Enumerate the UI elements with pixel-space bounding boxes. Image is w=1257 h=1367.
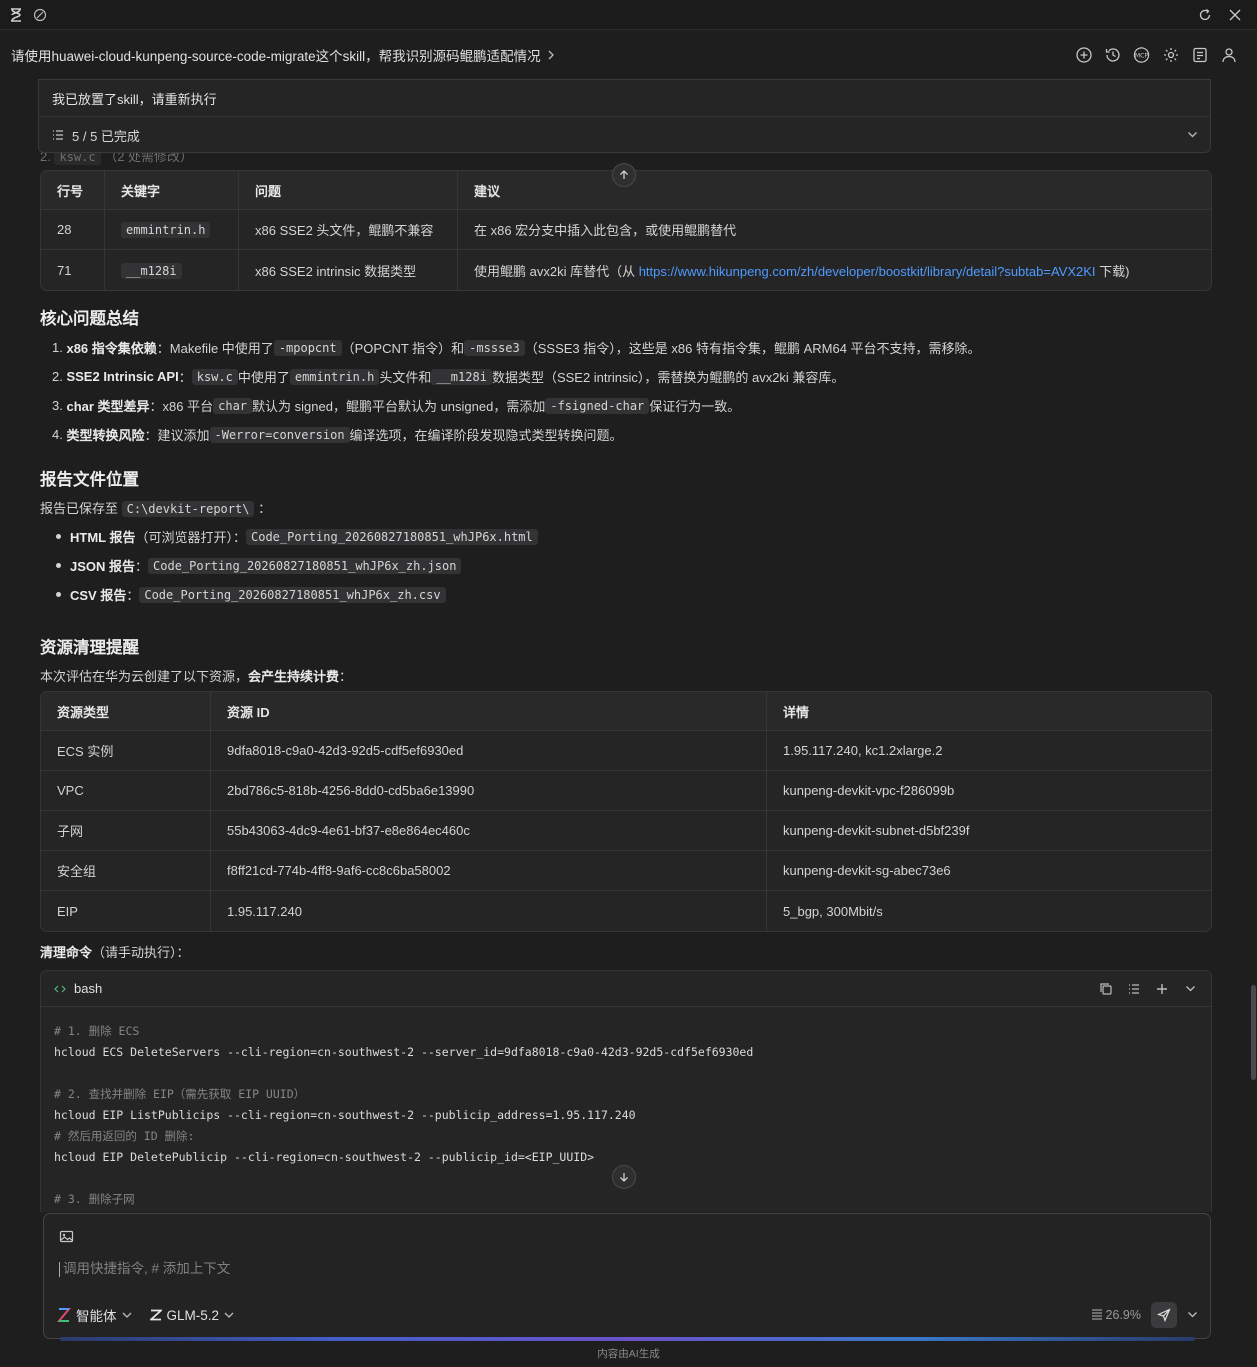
- scroll-down-button[interactable]: [612, 1165, 636, 1189]
- report-heading: 报告文件位置: [40, 471, 139, 489]
- send-icon: [1157, 1308, 1171, 1322]
- code-comment-line: # 3. 删除子网: [54, 1192, 135, 1206]
- cleanup-intro: 本次评估在华为云创建了以下资源，会产生持续计费：: [40, 669, 353, 684]
- chat-title[interactable]: 请使用huawei-cloud-kunpeng-source-code-migr…: [11, 45, 555, 65]
- history-icon[interactable]: [1103, 46, 1122, 65]
- chat-title-text: 请使用huawei-cloud-kunpeng-source-code-migr…: [11, 49, 541, 64]
- chevron-down-icon[interactable]: [1187, 1311, 1198, 1319]
- cleanup-command-label: 清理命令（请手动执行）：: [40, 945, 190, 960]
- hourglass-logo-icon[interactable]: [8, 7, 24, 23]
- list-item: 4. 类型转换风险 ：建议添加 -Werror=conversion 编译选项，在…: [52, 426, 623, 443]
- input-glow: [60, 1337, 1195, 1341]
- question-card: 我已放置了skill，请重新执行 5 / 5 已完成: [38, 79, 1211, 153]
- agent-logo-icon: [57, 1308, 71, 1322]
- context-usage[interactable]: 26.9%: [1091, 1308, 1141, 1322]
- chevron-down-icon[interactable]: [1187, 131, 1198, 139]
- progress-text: 5 / 5 已完成: [72, 128, 140, 144]
- resource-table: 资源类型 资源 ID 详情 ECS 实例 9dfa8018-c9a0-42d3-9…: [40, 691, 1212, 932]
- chat-content: 2. ksw.c （2 处需修改） 行号 关键字 问题 建议 28 emmint…: [0, 140, 1257, 1212]
- code-comment-line: # 2. 查找并删除 EIP（需先获取 EIP UUID）: [54, 1087, 306, 1101]
- code-comment-line: # 然后用返回的 ID 删除:: [54, 1129, 195, 1143]
- model-logo-icon: [149, 1309, 162, 1321]
- summary-list: 1. x86 指令集依赖 ：Makefile 中使用了 -mpopcnt （POP…: [52, 333, 981, 449]
- code-line: hcloud EIP ListPublicips --cli-region=cn…: [54, 1108, 636, 1122]
- chevron-down-icon: [122, 1312, 131, 1318]
- agent-label: 智能体: [76, 1309, 117, 1324]
- table-row: EIP 1.95.117.240 5_bgp, 300Mbit/s: [41, 891, 1211, 931]
- table-row: 28 emmintrin.h x86 SSE2 头文件，鲲鹏不兼容 在 x86 …: [41, 210, 1211, 250]
- ai-generated-note: 内容由AI生成: [597, 1348, 660, 1360]
- report-path: C:\devkit-report\: [121, 501, 255, 517]
- list-item: 3. char 类型差异 ：x86 平台 char 默认为 signed，鲲鹏平台…: [52, 397, 741, 414]
- report-intro: 报告已保存至 C:\devkit-report\ ：: [40, 501, 272, 517]
- summary-heading: 核心问题总结: [40, 310, 139, 328]
- table-row: 子网 55b43063-4dc9-4e61-bf37-e8e864ec460c ku…: [41, 811, 1211, 851]
- table-row: 安全组 f8ff21cd-774b-4ff8-9af6-cc8c6ba58002 k…: [41, 851, 1211, 891]
- chevron-right-icon: [548, 50, 554, 60]
- chevron-down-icon: [224, 1312, 234, 1318]
- list-item: 2. SSE2 Intrinsic API： ksw.c 中使用了 emmint…: [52, 368, 845, 385]
- input-placeholder: 调用快捷指令, # 添加上下文: [63, 1261, 231, 1276]
- list-item: JSON 报告： Code_Porting_20260827180851_whJ…: [40, 551, 538, 580]
- insert-icon[interactable]: [1154, 981, 1170, 997]
- scrollbar-thumb[interactable]: [1251, 985, 1256, 1080]
- refresh-icon[interactable]: [1197, 7, 1213, 23]
- list-icon: [53, 130, 63, 140]
- svg-text:MCP: MCP: [1135, 52, 1149, 59]
- scroll-up-button[interactable]: [612, 163, 636, 187]
- report-file-list: HTML 报告 （可浏览器打开）： Code_Porting_2026082718…: [40, 522, 538, 609]
- system-bar: [0, 0, 1257, 30]
- col-header: 问题: [238, 171, 457, 210]
- arrow-down-icon: [620, 1173, 628, 1182]
- user-icon[interactable]: [1219, 46, 1238, 65]
- context-gauge-icon: [1091, 1309, 1102, 1320]
- model-selector[interactable]: GLM-5.2: [149, 1307, 235, 1323]
- code-language: bash: [74, 981, 103, 996]
- chevron-down-icon[interactable]: [1182, 981, 1198, 997]
- table-row: ECS 实例 9dfa8018-c9a0-42d3-92d5-cdf5ef6930…: [41, 731, 1211, 771]
- col-header: 详情: [766, 692, 1211, 731]
- col-header: 建议: [457, 171, 1211, 210]
- code-block-header: bash: [41, 971, 1211, 1007]
- chat-input-box: 调用快捷指令, # 添加上下文 智能体 GLM-5.2 26.9%: [43, 1213, 1211, 1339]
- mcp-icon[interactable]: MCP: [1132, 46, 1151, 65]
- cleanup-heading: 资源清理提醒: [40, 639, 139, 657]
- close-icon[interactable]: [1227, 7, 1243, 23]
- agent-selector[interactable]: 智能体: [57, 1305, 132, 1325]
- list-item: 1. x86 指令集依赖 ：Makefile 中使用了 -mpopcnt （POP…: [52, 339, 981, 356]
- send-button[interactable]: [1151, 1302, 1177, 1328]
- col-header: 资源 ID: [210, 692, 766, 731]
- code-comment-line: # 1. 删除 ECS: [54, 1024, 140, 1038]
- code-line: hcloud EIP DeletePublicip --cli-region=c…: [54, 1150, 595, 1164]
- new-chat-icon[interactable]: [1074, 46, 1093, 65]
- progress-row[interactable]: 5 / 5 已完成: [39, 117, 1210, 153]
- table-row: VPC 2bd786c5-818b-4256-8dd0-cd5ba6e13990 k…: [41, 771, 1211, 811]
- chat-input[interactable]: 调用快捷指令, # 添加上下文: [59, 1257, 230, 1277]
- leaf-icon[interactable]: [32, 7, 48, 23]
- list-item: CSV 报告： Code_Porting_20260827180851_whJP…: [40, 580, 538, 609]
- avx2ki-download-link[interactable]: https://www.hikunpeng.com/zh/developer/b…: [639, 264, 1096, 279]
- image-upload-icon[interactable]: [59, 1229, 75, 1245]
- tasks-icon[interactable]: [1190, 46, 1209, 65]
- code-line: hcloud ECS DeleteServers --cli-region=cn…: [54, 1045, 754, 1059]
- arrow-up-icon: [620, 170, 628, 179]
- code-icon: [54, 985, 66, 992]
- wrap-lines-icon[interactable]: [1126, 981, 1142, 997]
- col-header: 资源类型: [41, 692, 210, 731]
- col-header: 关键字: [104, 171, 238, 210]
- col-header: 行号: [41, 171, 104, 210]
- user-question: 我已放置了skill，请重新执行: [39, 80, 1210, 117]
- issues-table: 行号 关键字 问题 建议 28 emmintrin.h x86 SSE2 头文件…: [40, 170, 1212, 291]
- copy-icon[interactable]: [1098, 981, 1114, 997]
- table-row: 71 __m128i x86 SSE2 intrinsic 数据类型 使用鲲鹏 …: [41, 250, 1211, 290]
- chat-title-bar: 请使用huawei-cloud-kunpeng-source-code-migr…: [0, 31, 1257, 79]
- list-item: HTML 报告 （可浏览器打开）： Code_Porting_2026082718…: [40, 522, 538, 551]
- model-label: GLM-5.2: [166, 1307, 220, 1323]
- settings-icon[interactable]: [1161, 46, 1180, 65]
